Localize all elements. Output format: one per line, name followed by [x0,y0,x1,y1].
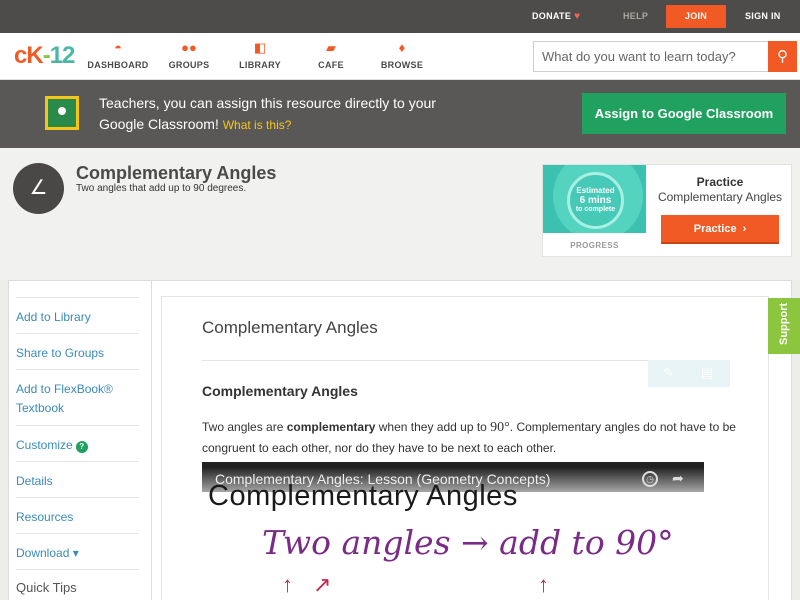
progress-label: PROGRESS [570,241,619,250]
nav-browse[interactable]: ♦ BROWSE [366,40,438,70]
support-tab[interactable]: Support [768,298,800,354]
geometry-angle-icon: ∠ [13,163,64,214]
document-title: Complementary Angles [202,318,378,337]
watch-later-icon[interactable]: ◷ [642,471,658,487]
estimate-ring: Estimated 6 mins to complete [567,172,624,229]
pencil-icon[interactable]: ✎ [663,365,674,381]
left-sidebar: Add to Library Share to Groups Add to Fl… [9,281,152,600]
practice-title: Practice [696,175,744,189]
groups-icon: ●● [181,40,197,55]
lesson-video[interactable]: Complementary Angles: Lesson (Geometry C… [202,462,704,600]
search-button[interactable]: ⚲ [768,41,797,72]
help-icon[interactable]: ? [75,441,88,453]
main-nav: cK-12 ◓ DASHBOARD ●● GROUPS ◧ LIBRARY ▰ … [0,33,800,80]
library-icon: ◧ [253,40,267,55]
sidebar-item-details[interactable]: Details [16,461,139,491]
practice-card: Estimated 6 mins to complete PROGRESS Pr… [542,164,792,257]
top-utility-bar: DONATE ♥ HELP JOIN SIGN IN [0,0,800,33]
help-link[interactable]: HELP [623,0,648,33]
sidebar-item-add-to-flexbook[interactable]: Add to FlexBook® Textbook [16,369,139,418]
section-title: Complementary Angles [202,383,358,399]
google-classroom-banner: Teachers, you can assign this resource d… [0,80,800,148]
page-subtitle: Two angles that add up to 90 degrees. [76,183,247,194]
content-shell: Add to Library Share to Groups Add to Fl… [8,280,792,600]
chevron-right-icon: › [742,222,747,235]
page-title: Complementary Angles [76,163,277,183]
practice-button[interactable]: Practice › [661,215,779,244]
sign-in-link[interactable]: SIGN IN [745,0,781,33]
what-is-this-link[interactable]: What is this? [223,118,292,132]
ck12-logo[interactable]: cK-12 [14,42,75,70]
nav-groups[interactable]: ●● GROUPS [153,40,225,70]
search-input[interactable] [534,42,769,71]
browse-icon: ♦ [398,40,406,55]
document-panel: Complementary Angles ✎ ▤ Complementary A… [161,296,769,600]
join-button[interactable]: JOIN [666,5,726,28]
classroom-message: Teachers, you can assign this resource d… [99,95,436,132]
annotation-tools: ✎ ▤ [648,360,730,387]
sidebar-item-share-to-groups[interactable]: Share to Groups [16,333,139,363]
sidebar-item-customize[interactable]: Customize? [16,425,139,455]
donate-link[interactable]: DONATE ♥ [532,0,580,33]
assign-to-google-classroom-button[interactable]: Assign to Google Classroom [582,93,786,134]
search-icon: ⚲ [777,48,788,65]
sidebar-item-add-to-library[interactable]: Add to Library [16,297,139,327]
cafe-icon: ▰ [326,40,336,55]
google-classroom-icon [45,96,79,130]
dashboard-icon: ◓ [114,40,122,55]
video-title[interactable]: Complementary Angles: Lesson (Geometry C… [215,471,550,487]
sidebar-item-download[interactable]: Download ▾ [16,533,139,563]
definition-paragraph: Two angles are complementary when they a… [202,420,736,455]
quick-tips-heading[interactable]: Quick Tips [16,569,139,595]
notes-icon[interactable]: ▤ [701,365,713,381]
heart-icon: ♥ [574,11,581,22]
video-handwriting: Two angles → add to 90° [262,523,674,562]
video-arrows: ↑ ↗ ↑ [282,572,549,597]
practice-thumbnail[interactable]: Estimated 6 mins to complete [543,165,646,233]
sidebar-item-resources[interactable]: Resources [16,497,139,527]
share-icon[interactable]: ➦ [672,470,684,487]
nav-library[interactable]: ◧ LIBRARY [224,40,296,70]
practice-subtitle: Complementary Angles [657,190,783,204]
nav-cafe[interactable]: ▰ CAFE [295,40,367,70]
nav-dashboard[interactable]: ◓ DASHBOARD [82,40,154,70]
search-box: ⚲ [533,41,797,72]
concept-header: ∠ Complementary Angles Two angles that a… [0,148,800,280]
